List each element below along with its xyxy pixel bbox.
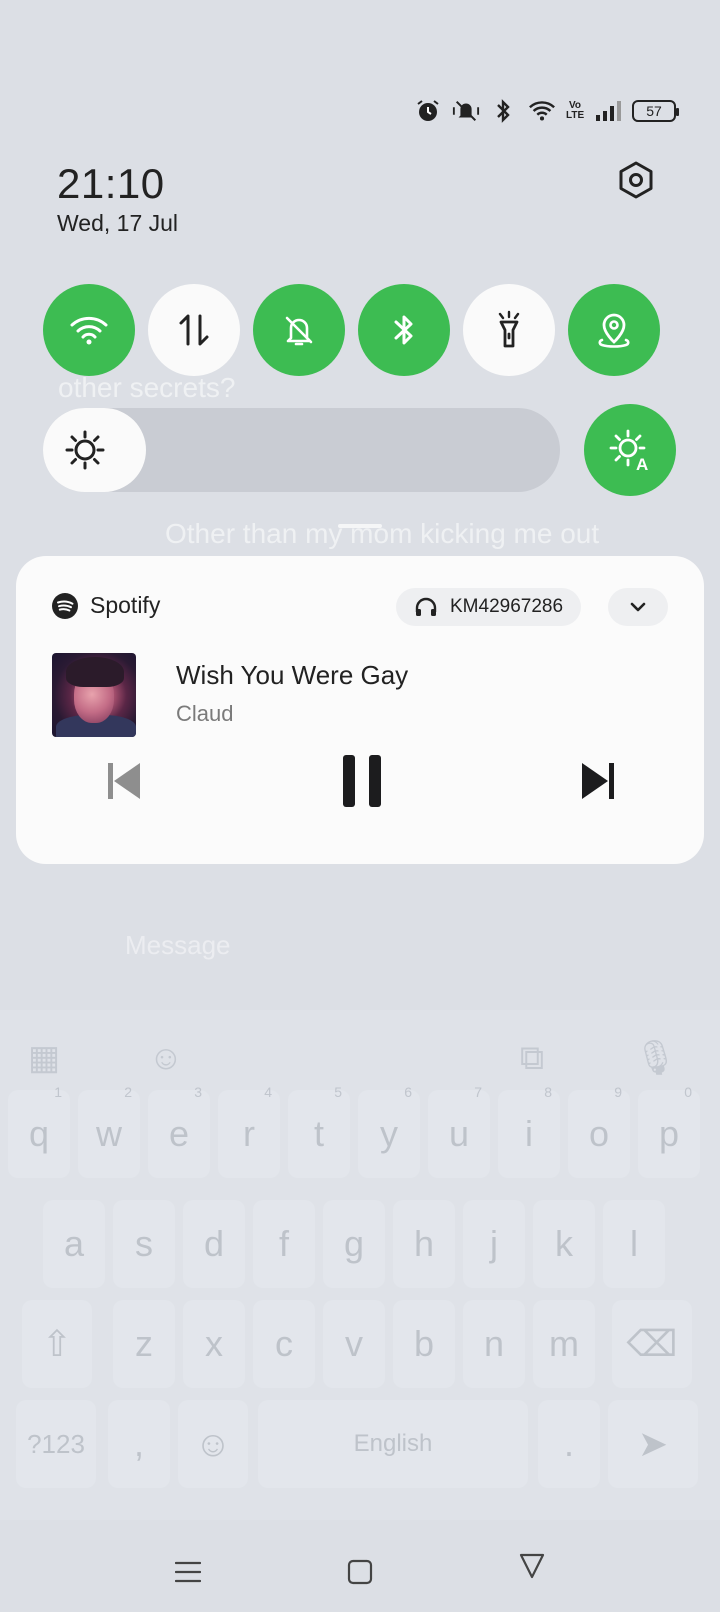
volte-icon: Vo LTE <box>566 100 585 121</box>
alarm-icon <box>414 97 442 125</box>
battery-icon: 57 <box>632 100 679 122</box>
chevron-down-icon <box>630 602 646 612</box>
keyboard-mic-icon: 🎙 <box>634 1039 678 1077</box>
expand-button[interactable] <box>608 588 668 626</box>
flashlight-tile[interactable] <box>463 284 555 376</box>
skip-next-icon <box>582 763 614 799</box>
keyboard-key: c <box>253 1300 315 1388</box>
pause-button[interactable] <box>332 751 392 811</box>
background-message-line: Other than my mom kicking me out <box>165 518 600 549</box>
keyboard-key: n <box>463 1300 525 1388</box>
background-message-bar: Message <box>0 900 720 990</box>
svg-text:A: A <box>636 455 648 472</box>
pause-icon <box>343 755 381 807</box>
keyboard-space-key: English <box>258 1400 528 1488</box>
keyboard-key: p0 <box>638 1084 700 1178</box>
keyboard-key: r4 <box>218 1084 280 1178</box>
bluetooth-icon <box>394 315 413 345</box>
bluetooth-tile[interactable] <box>358 284 450 376</box>
skip-previous-icon <box>108 763 140 799</box>
triangle-back-icon <box>519 1553 545 1579</box>
wifi-icon <box>70 316 108 345</box>
signal-icon <box>594 97 622 125</box>
settings-button[interactable] <box>614 158 658 202</box>
wifi-icon <box>528 97 556 125</box>
keyboard-key: i8 <box>498 1084 560 1178</box>
keyboard-key: m <box>533 1300 595 1388</box>
back-button[interactable] <box>512 1546 552 1586</box>
previous-button[interactable] <box>102 751 146 811</box>
keyboard-backspace-icon: ⌫ <box>612 1300 692 1388</box>
keyboard-key: s <box>113 1200 175 1288</box>
keyboard-key: . <box>538 1400 600 1488</box>
menu-icon <box>175 1561 201 1583</box>
home-button[interactable] <box>340 1552 380 1592</box>
track-title: Wish You Were Gay <box>176 660 409 690</box>
keyboard-key: z <box>113 1300 175 1388</box>
media-app-name: Spotify <box>90 592 161 618</box>
brightness-slider[interactable] <box>43 408 560 492</box>
location-icon <box>598 313 630 348</box>
keyboard-key: a <box>43 1200 105 1288</box>
background-message-line: other secrets? <box>58 372 236 403</box>
track-artist: Claud <box>176 701 234 726</box>
album-art[interactable] <box>52 653 136 737</box>
keyboard-shift-icon: ⇧ <box>22 1300 92 1388</box>
mute-tile[interactable] <box>253 284 345 376</box>
data-transfer-icon <box>179 314 209 346</box>
flashlight-icon <box>498 310 520 348</box>
vibrate-mute-icon <box>452 97 480 125</box>
keyboard-key: h <box>393 1200 455 1288</box>
next-button[interactable] <box>576 751 620 811</box>
keyboard-key: v <box>323 1300 385 1388</box>
keyboard-key: b <box>393 1300 455 1388</box>
output-device-label: KM42967286 <box>450 596 564 617</box>
clock: 21:10 <box>57 160 165 207</box>
square-icon <box>347 1559 373 1585</box>
keyboard-send-icon: ➤ <box>608 1400 698 1488</box>
keyboard-key: l <box>603 1200 665 1288</box>
recents-button[interactable] <box>168 1552 208 1592</box>
media-notification[interactable]: Spotify KM42967286 Wish You Were Gay Cla… <box>16 556 704 864</box>
auto-brightness-tile[interactable]: A <box>584 404 676 496</box>
keyboard-key: x <box>183 1300 245 1388</box>
output-device-button[interactable]: KM42967286 <box>396 588 582 626</box>
brightness-fill <box>43 408 147 492</box>
background-message-placeholder: Message <box>125 930 231 960</box>
keyboard-symbols-key: ?123 <box>16 1400 96 1488</box>
keyboard-key: t5 <box>288 1084 350 1178</box>
wifi-tile[interactable] <box>43 284 135 376</box>
keyboard-emoji-icon: ☺ <box>178 1400 248 1488</box>
keyboard-key: u7 <box>428 1084 490 1178</box>
keyboard-key: q1 <box>8 1084 70 1178</box>
keyboard-key: e3 <box>148 1084 210 1178</box>
spotify-icon <box>52 592 78 619</box>
keyboard-emoji-icon: ☺ <box>148 1039 184 1077</box>
status-bar: Vo LTE 57 <box>414 96 679 126</box>
keyboard-key: o9 <box>568 1084 630 1178</box>
keyboard-translate-icon: ⧉ <box>519 1039 545 1077</box>
keyboard-key: g <box>323 1200 385 1288</box>
media-app-header: Spotify <box>52 592 160 619</box>
bell-off-icon <box>285 316 313 346</box>
keyboard-key: j <box>463 1200 525 1288</box>
gear-icon <box>619 161 653 199</box>
keyboard-key: y6 <box>358 1084 420 1178</box>
keyboard-key: , <box>108 1400 170 1488</box>
bluetooth-icon <box>490 97 518 125</box>
keyboard-key: f <box>253 1200 315 1288</box>
headphones-icon <box>415 597 437 616</box>
background-keyboard: ▦ ☺ ⧉ 🎙 q1 w2 e3 r4 t5 y6 u7 i8 o9 p0 a … <box>0 1010 720 1520</box>
date: Wed, 17 Jul <box>57 210 179 236</box>
keyboard-key: w2 <box>78 1084 140 1178</box>
brightness-icon <box>65 430 105 470</box>
keyboard-key: d <box>183 1200 245 1288</box>
shade-handle[interactable] <box>338 524 382 528</box>
auto-brightness-icon: A <box>609 429 648 472</box>
location-tile[interactable] <box>568 284 660 376</box>
keyboard-apps-icon: ▦ <box>27 1039 61 1077</box>
keyboard-key: k <box>533 1200 595 1288</box>
mobile-data-tile[interactable] <box>148 284 240 376</box>
